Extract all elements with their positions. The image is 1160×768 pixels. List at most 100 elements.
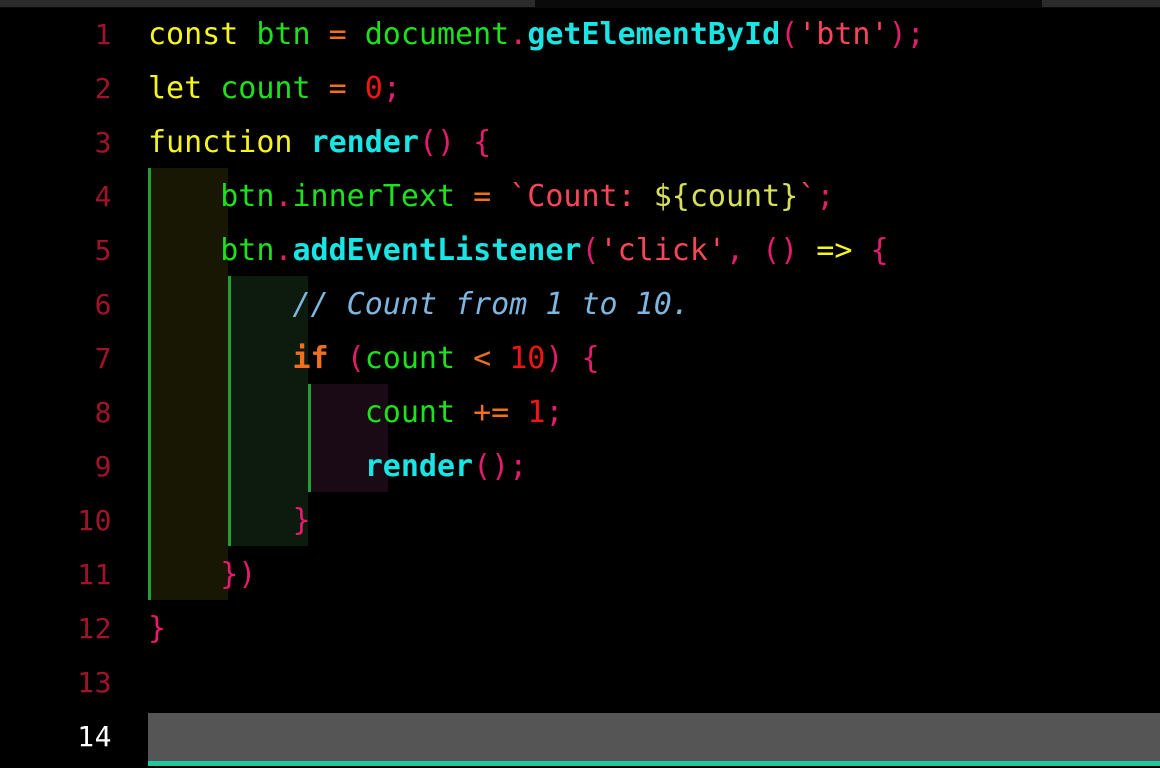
code-line[interactable]: 10 } xyxy=(0,494,1160,548)
code-line[interactable]: 13 xyxy=(0,656,1160,710)
line-content[interactable]: count += 1; xyxy=(148,386,564,440)
tab-strip-segment-left[interactable] xyxy=(0,0,252,7)
token: { xyxy=(870,233,889,268)
line-number[interactable]: 10 xyxy=(0,494,112,548)
line-number[interactable]: 1 xyxy=(0,8,112,62)
token: ( xyxy=(581,233,600,268)
token: btn xyxy=(256,17,311,52)
code-line[interactable]: 6 // Count from 1 to 10. xyxy=(0,278,1160,332)
line-content[interactable]: const btn = document.getElementById('btn… xyxy=(148,8,925,62)
code-line[interactable]: 14 xyxy=(0,710,1160,766)
line-number[interactable]: 13 xyxy=(0,656,112,710)
token: ${count} xyxy=(653,179,799,214)
token: => xyxy=(816,233,853,268)
token: () xyxy=(762,233,799,268)
token: ) xyxy=(888,17,907,52)
cursor-line-underline xyxy=(148,761,1160,766)
code-area[interactable]: 1 const btn = document.getElementById('bt… xyxy=(0,8,1160,768)
line-content[interactable]: let count = 0; xyxy=(148,62,401,116)
line-content[interactable]: function render() { xyxy=(148,116,491,170)
line-number[interactable]: 2 xyxy=(0,62,112,116)
code-line[interactable]: 3 function render() { xyxy=(0,116,1160,170)
token: addEventListener xyxy=(292,233,582,268)
token: const xyxy=(148,17,239,52)
line-content[interactable]: btn.innerText = `Count: ${count}`; xyxy=(148,170,834,224)
line-number[interactable]: 9 xyxy=(0,440,112,494)
code-line[interactable]: 8 count += 1; xyxy=(0,386,1160,440)
token: { xyxy=(473,125,492,160)
code-line[interactable]: 9 render(); xyxy=(0,440,1160,494)
line-content[interactable]: // Count from 1 to 10. xyxy=(148,278,690,332)
line-number[interactable]: 6 xyxy=(0,278,112,332)
token: . xyxy=(274,233,293,268)
token: ; xyxy=(382,71,401,106)
line-content[interactable]: }) xyxy=(148,548,256,602)
line-number[interactable]: 3 xyxy=(0,116,112,170)
line-number[interactable]: 8 xyxy=(0,386,112,440)
line-content[interactable]: } xyxy=(148,494,311,548)
token: ; xyxy=(509,449,528,484)
token: }) xyxy=(220,557,257,592)
line-content[interactable]: render(); xyxy=(148,440,528,494)
line-number[interactable]: 4 xyxy=(0,170,112,224)
token: 10 xyxy=(509,341,546,376)
line-number[interactable]: 14 xyxy=(0,710,112,764)
code-line[interactable]: 2 let count = 0; xyxy=(0,62,1160,116)
code-line[interactable]: 7 if (count < 10) { xyxy=(0,332,1160,386)
token: } xyxy=(148,611,167,646)
token: = xyxy=(473,179,492,214)
tab-strip-segment-middle[interactable] xyxy=(252,0,535,7)
token: ; xyxy=(816,179,835,214)
token: < xyxy=(473,341,492,376)
token: render xyxy=(364,449,474,484)
code-editor[interactable]: 1 const btn = document.getElementById('bt… xyxy=(0,0,1160,768)
code-line[interactable]: 11 }) xyxy=(0,548,1160,602)
line-content[interactable]: } xyxy=(148,602,166,656)
code-line[interactable]: 5 btn.addEventListener('click', () => { xyxy=(0,224,1160,278)
token: () xyxy=(418,125,456,160)
token: ( xyxy=(780,17,799,52)
line-content[interactable]: btn.addEventListener('click', () => { xyxy=(148,224,889,278)
token: 'click' xyxy=(599,233,726,268)
token: count xyxy=(220,71,311,106)
code-line[interactable]: 4 btn.innerText = `Count: ${count}`; xyxy=(0,170,1160,224)
line-number[interactable]: 5 xyxy=(0,224,112,278)
code-line[interactable]: 12} xyxy=(0,602,1160,656)
token: 'btn' xyxy=(798,17,889,52)
token: ( xyxy=(346,341,365,376)
token: function xyxy=(148,125,293,160)
token: = xyxy=(328,17,347,52)
line-number[interactable]: 7 xyxy=(0,332,112,386)
code-line[interactable]: 1 const btn = document.getElementById('bt… xyxy=(0,8,1160,62)
token: document xyxy=(364,17,510,52)
token: let xyxy=(148,71,203,106)
active-line-highlight xyxy=(148,713,1160,761)
line-number[interactable]: 12 xyxy=(0,602,112,656)
tab-strip-segment-right[interactable] xyxy=(1042,0,1160,7)
tab-strip[interactable] xyxy=(0,0,1160,8)
line-number[interactable]: 11 xyxy=(0,548,112,602)
line-content[interactable]: if (count < 10) { xyxy=(148,332,600,386)
token: } xyxy=(292,503,311,538)
token: btn xyxy=(220,179,275,214)
